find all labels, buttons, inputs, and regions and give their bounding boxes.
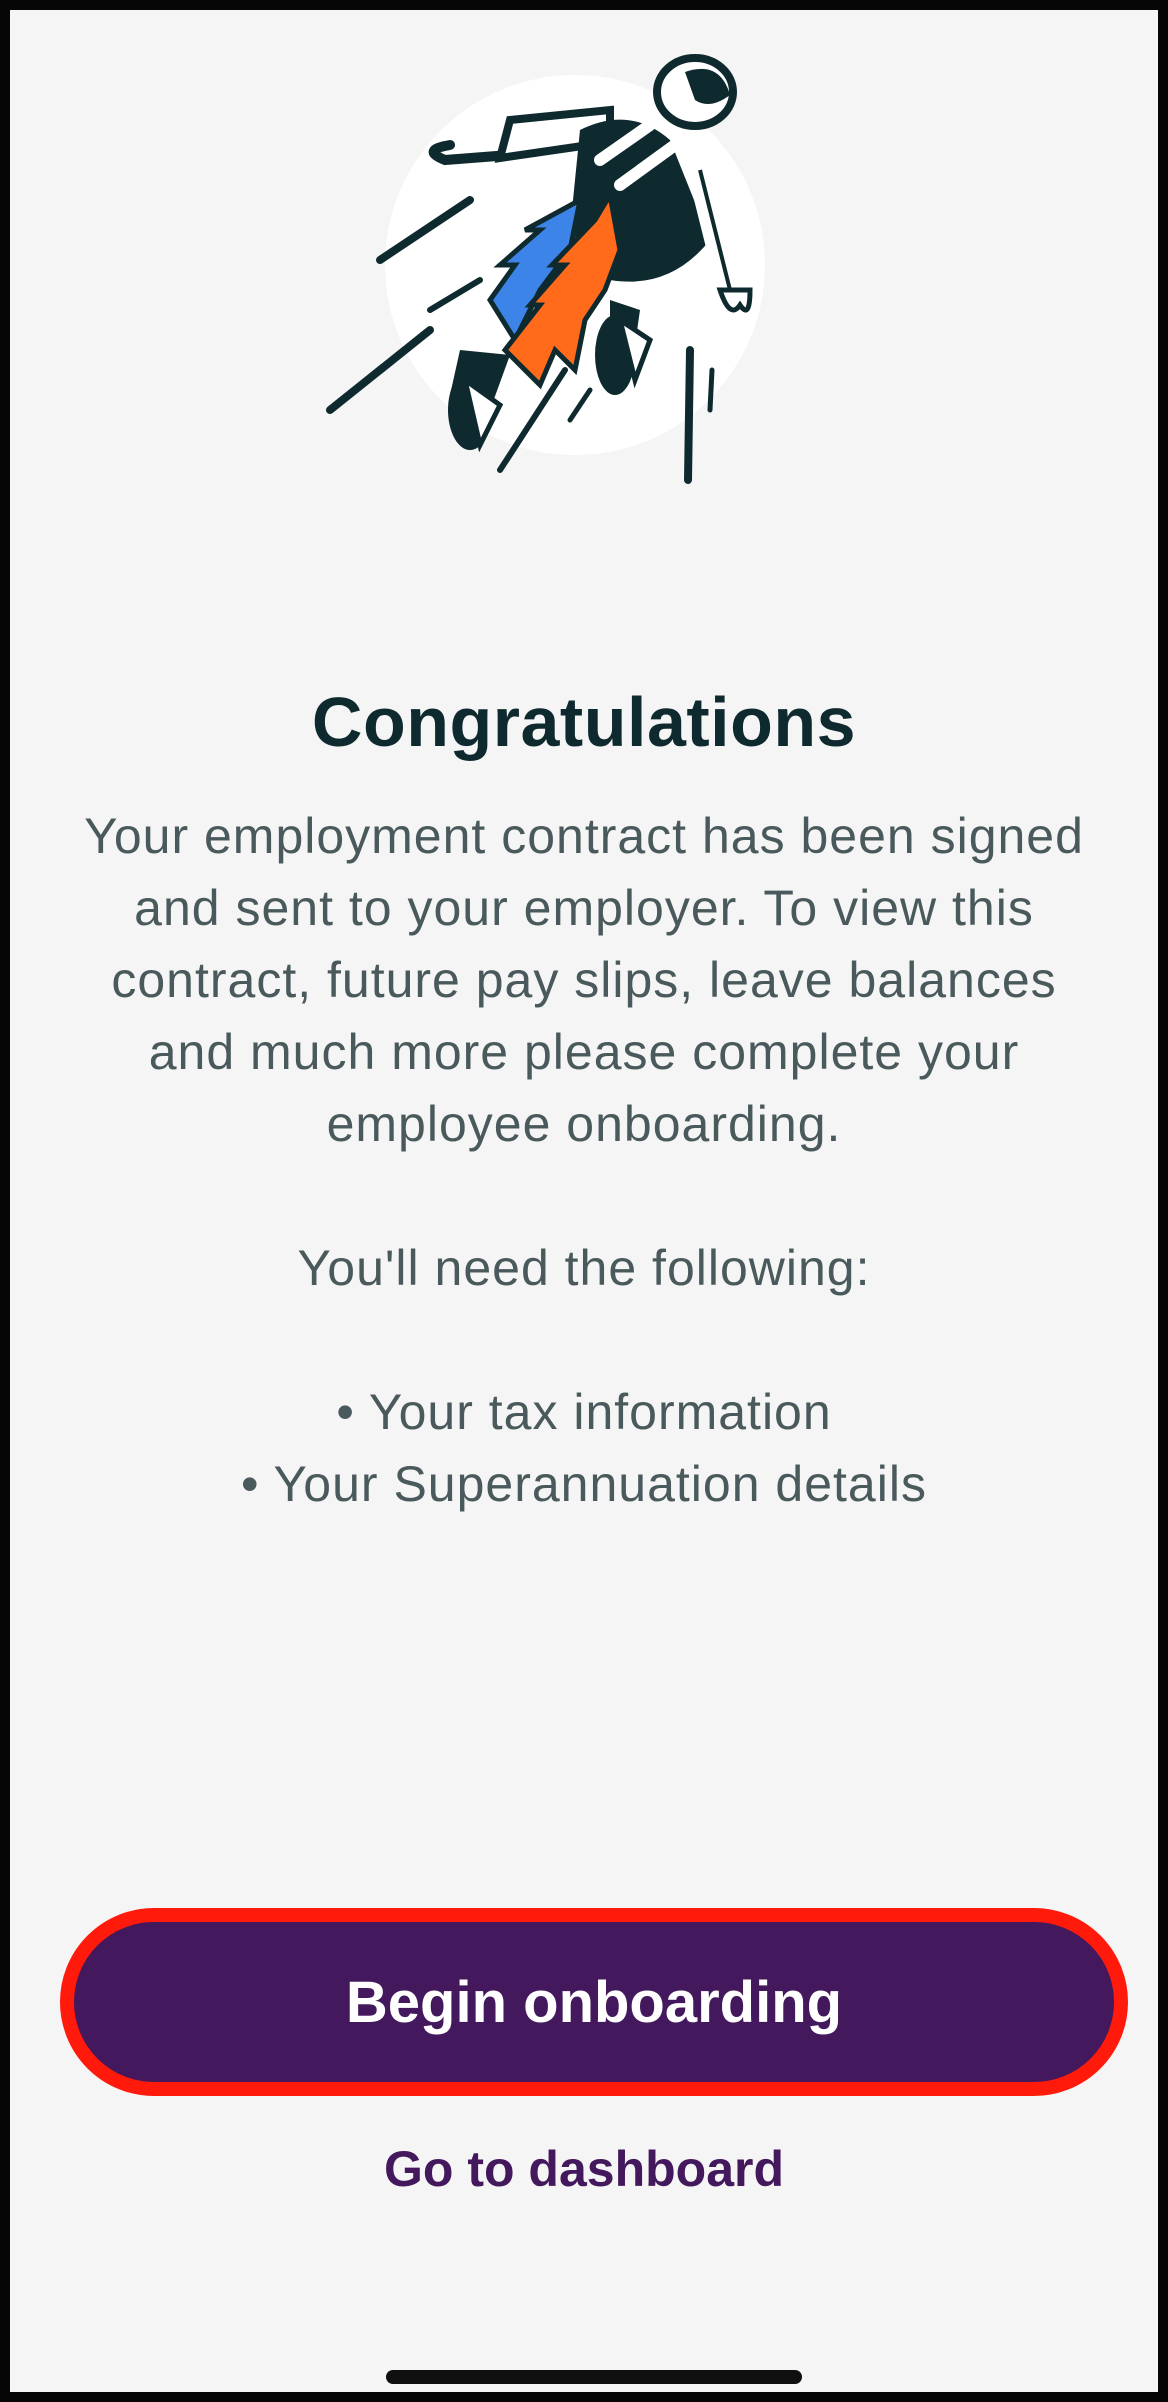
page-title: Congratulations <box>311 683 857 761</box>
requirements-heading: You'll need the following: <box>297 1240 871 1296</box>
app-screen: Congratulations Your employment contract… <box>0 0 1168 2402</box>
begin-onboarding-label: Begin onboarding <box>345 1969 843 2035</box>
go-to-dashboard-link[interactable]: Go to dashboard <box>10 2140 1158 2198</box>
requirement-item-tax: • Your tax information <box>336 1384 832 1440</box>
requirement-item-superannuation: • Your Superannuation details <box>241 1456 927 1512</box>
contract-signed-message: Your employment contract has been signed… <box>84 808 1084 1152</box>
jetpack-person-illustration-icon <box>310 50 770 490</box>
home-indicator[interactable] <box>386 2370 802 2384</box>
onboarding-description: Your employment contract has been signed… <box>70 800 1098 1520</box>
begin-onboarding-button[interactable]: Begin onboarding <box>60 1908 1128 2096</box>
requirements-list: • Your tax information • Your Superannua… <box>70 1376 1098 1520</box>
